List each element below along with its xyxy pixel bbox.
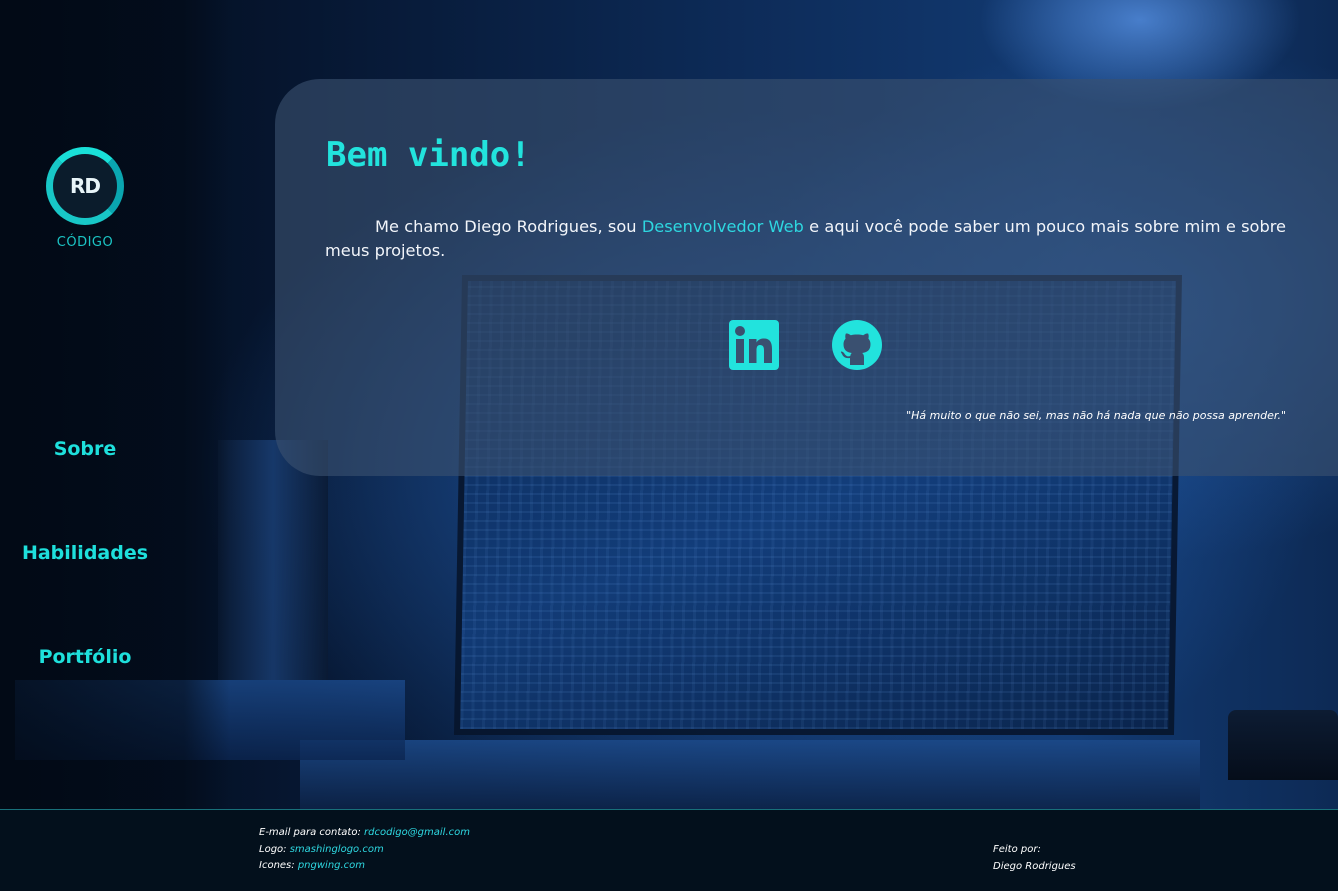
background-cup xyxy=(1228,710,1338,780)
logo[interactable]: RD CÓDIGO xyxy=(40,143,130,255)
intro-highlight: Desenvolvedor Web xyxy=(641,217,804,236)
linkedin-link[interactable] xyxy=(729,320,779,370)
background-keyboard xyxy=(300,740,1200,810)
welcome-card: Bem vindo! Me chamo Diego Rodrigues, sou… xyxy=(275,79,1338,476)
footer-logo-label: Logo: xyxy=(259,843,290,855)
footer-email-label: E-mail para contato: xyxy=(259,827,365,838)
intro-text-before: Me chamo Diego Rodrigues, sou xyxy=(375,217,642,236)
footer-logo-line: Logo: smashinglogo.com xyxy=(259,842,470,859)
logo-word: CÓDIGO xyxy=(56,235,114,250)
footer: E-mail para contato: rdcodigo@gmail.com … xyxy=(0,809,1338,891)
background-lamp xyxy=(218,440,328,680)
footer-made-by-name: Diego Rodrigues xyxy=(993,860,1076,872)
linkedin-icon xyxy=(729,320,779,370)
footer-email-line: E-mail para contato: rdcodigo@gmail.com xyxy=(259,825,470,842)
footer-icons-label: Icones: xyxy=(259,860,298,871)
footer-author: Feito por: Diego Rodrigues xyxy=(993,842,1076,875)
footer-logo-link[interactable]: smashinglogo.com xyxy=(290,844,384,855)
welcome-intro: Me chamo Diego Rodrigues, sou Desenvolve… xyxy=(325,215,1286,263)
footer-icons-line: Icones: pngwing.com xyxy=(259,858,470,875)
github-link[interactable] xyxy=(832,320,882,370)
sidebar: RD CÓDIGO Sobre Habilidades Portfólio xyxy=(0,0,170,810)
footer-credits: E-mail para contato: rdcodigo@gmail.com … xyxy=(259,825,470,875)
nav-item-sobre[interactable]: Sobre xyxy=(0,438,170,460)
nav-item-portfolio[interactable]: Portfólio xyxy=(0,646,170,668)
welcome-title: Bem vindo! xyxy=(326,135,531,175)
github-icon xyxy=(832,320,882,370)
logo-initials: RD xyxy=(69,174,101,198)
nav-item-habilidades[interactable]: Habilidades xyxy=(0,542,170,564)
quote: "Há muito o que não sei, mas não há nada… xyxy=(906,409,1286,422)
footer-made-by-label: Feito por: xyxy=(993,844,1041,855)
footer-icons-link[interactable]: pngwing.com xyxy=(298,860,365,871)
footer-email-link[interactable]: rdcodigo@gmail.com xyxy=(364,827,470,838)
